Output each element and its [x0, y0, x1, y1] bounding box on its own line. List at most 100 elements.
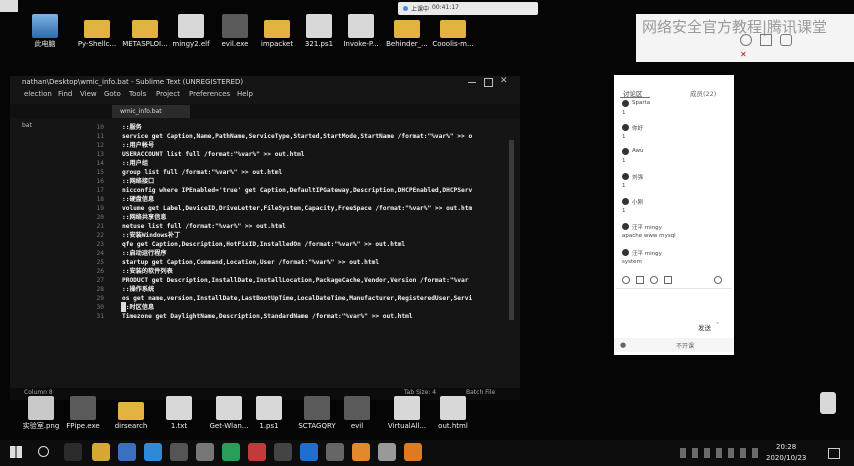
watermark: 网络安全官方教程|腾讯课堂 [642, 18, 828, 36]
bottom-label: 不开课 [676, 343, 695, 350]
app-icon[interactable] [326, 443, 344, 461]
file-icon [178, 14, 204, 38]
chat-user: Sparta [632, 100, 651, 106]
app-icon[interactable] [196, 443, 214, 461]
file-icon [256, 396, 282, 420]
image-icon[interactable] [636, 276, 644, 284]
avatar [622, 198, 629, 205]
toolbar-close-icon[interactable]: ✕ [740, 51, 748, 59]
chat-user: 小刚 [632, 200, 644, 206]
chat-user: 汪平 mingy [632, 251, 662, 257]
desktop-icon-evil[interactable]: evil [330, 396, 384, 431]
desktop-icon-outhtml[interactable]: out.html [426, 396, 480, 431]
record-label: 上课中 [411, 6, 430, 13]
chat-message: system [622, 259, 642, 265]
folder-icon [118, 402, 144, 420]
chat-user: Awu [632, 148, 644, 154]
menu-goto[interactable]: Goto [104, 90, 121, 98]
send-button[interactable]: 发送 [698, 322, 711, 332]
chat-message: 1 [622, 158, 626, 164]
chat-user: 刘强 [632, 175, 644, 181]
mic-icon[interactable]: ● [620, 341, 626, 349]
record-dot-icon [403, 6, 408, 11]
menu-view[interactable]: View [80, 90, 97, 98]
chat-input[interactable] [616, 288, 732, 329]
gift-icon[interactable] [664, 276, 672, 284]
toolbar-pen-icon[interactable] [740, 34, 752, 46]
folder-icon [440, 20, 466, 38]
desktop-icon-1[interactable]: Py-Shellc... [70, 14, 124, 49]
record-time: 00:41:17 [432, 4, 459, 11]
exe-icon [222, 14, 248, 38]
app-icon[interactable] [222, 443, 240, 461]
emoji-icon[interactable] [622, 276, 630, 284]
menu-find[interactable]: Find [58, 90, 72, 98]
explorer-icon[interactable] [92, 443, 110, 461]
app-icon[interactable] [170, 443, 188, 461]
menu-help[interactable]: Help [237, 90, 253, 98]
tab-bar [10, 104, 520, 118]
menu-preferences[interactable]: Preferences [189, 90, 230, 98]
vertical-scrollbar[interactable] [509, 140, 514, 320]
desktop-icon-fpipe[interactable]: FPipe.exe [56, 396, 110, 431]
computer-icon [32, 14, 58, 38]
browser-icon[interactable] [118, 443, 136, 461]
text-cursor [121, 302, 126, 312]
send-dropdown-icon[interactable]: ˅ [716, 322, 719, 329]
taskbar-date: 2020/10/23 [766, 454, 807, 462]
file-icon [306, 14, 332, 38]
folder-icon [394, 20, 420, 38]
file-icon [440, 396, 466, 420]
chat-user: 汪平 mingy [632, 225, 662, 231]
menu-tools[interactable]: Tools [129, 90, 146, 98]
file-icon [216, 396, 242, 420]
app-icon[interactable] [352, 443, 370, 461]
folder-icon [132, 20, 158, 38]
editor-tab-label: wmic_info.bat [120, 108, 162, 115]
sublime-taskbar-icon[interactable] [404, 443, 422, 461]
side-lock-icon[interactable] [820, 392, 836, 414]
toolbar-shape-icon[interactable] [760, 34, 772, 46]
status-tab-size[interactable]: Tab Size: 4 [404, 389, 436, 396]
minimize-icon[interactable] [468, 82, 476, 83]
app-icon[interactable] [378, 443, 396, 461]
menu-selection[interactable]: election [24, 90, 52, 98]
status-column: Column 8 [24, 389, 53, 396]
flower-icon[interactable] [650, 276, 658, 284]
close-icon[interactable]: ✕ [500, 76, 508, 86]
file-icon [166, 396, 192, 420]
windows-start-icon[interactable] [10, 446, 22, 458]
tray-icons [680, 448, 760, 458]
maximize-icon[interactable] [484, 78, 493, 87]
exe-icon [70, 396, 96, 420]
avatar [622, 173, 629, 180]
desktop-icon-computer[interactable]: 此电脑 [18, 14, 72, 49]
desktop-icon-9[interactable]: Cooolis-m... [426, 14, 480, 49]
avatar [622, 124, 629, 131]
chat-message: 1 [622, 208, 626, 214]
chat-message: 1 [622, 183, 626, 189]
app-icon[interactable] [248, 443, 266, 461]
desktop-icon-ps1[interactable]: 1.ps1 [242, 396, 296, 431]
chat-user: 你好 [632, 126, 644, 132]
toolbar-undo-icon[interactable] [780, 34, 792, 46]
app-icon[interactable] [274, 443, 292, 461]
tab-members[interactable]: 成员(22) [690, 88, 716, 98]
folder-icon [264, 20, 290, 38]
status-syntax[interactable]: Batch File [466, 389, 495, 396]
app-icon[interactable] [300, 443, 318, 461]
add-icon[interactable] [714, 276, 722, 284]
avatar [622, 223, 629, 230]
tab-discussion-underline [620, 97, 650, 98]
desktop-icon-txt[interactable]: 1.txt [152, 396, 206, 431]
edge-icon[interactable] [144, 443, 162, 461]
avatar [622, 148, 629, 155]
taskview-icon[interactable] [64, 443, 82, 461]
chat-message: 1 [622, 134, 626, 140]
exe-icon [344, 396, 370, 420]
desktop-icon-dirsearch[interactable]: dirsearch [104, 396, 158, 431]
search-icon[interactable] [38, 446, 49, 457]
menu-project[interactable]: Project [156, 90, 180, 98]
notification-icon[interactable] [828, 448, 840, 459]
editor-title: nathan\Desktop\wmic_info.bat - Sublime T… [22, 78, 244, 86]
